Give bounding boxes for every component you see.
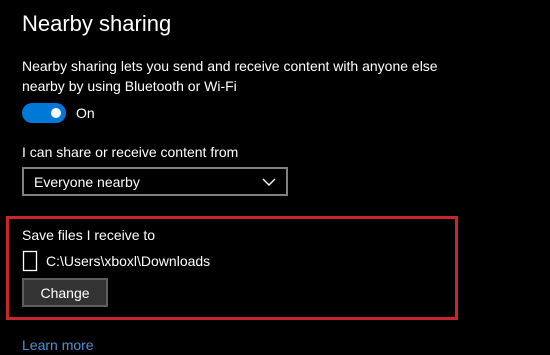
device-icon [22,250,38,272]
nearby-sharing-toggle-row: On [22,102,95,124]
share-from-label: I can share or receive content from [22,144,239,160]
dropdown-selected-value: Everyone nearby [34,173,140,190]
share-from-dropdown[interactable]: Everyone nearby [22,167,288,196]
toggle-state-label: On [76,105,95,121]
toggle-knob [51,108,61,118]
nearby-sharing-toggle[interactable] [22,103,66,123]
description-text: Nearby sharing lets you send and receive… [22,58,438,94]
chevron-down-icon [262,178,276,186]
learn-more-link[interactable]: Learn more [22,335,94,355]
save-path-text: C:\Users\xboxl\Downloads [46,253,211,269]
save-path-row: C:\Users\xboxl\Downloads [22,250,210,272]
save-files-label: Save files I receive to [22,227,156,243]
change-button[interactable]: Change [22,278,108,307]
page-title: Nearby sharing [22,11,172,36]
